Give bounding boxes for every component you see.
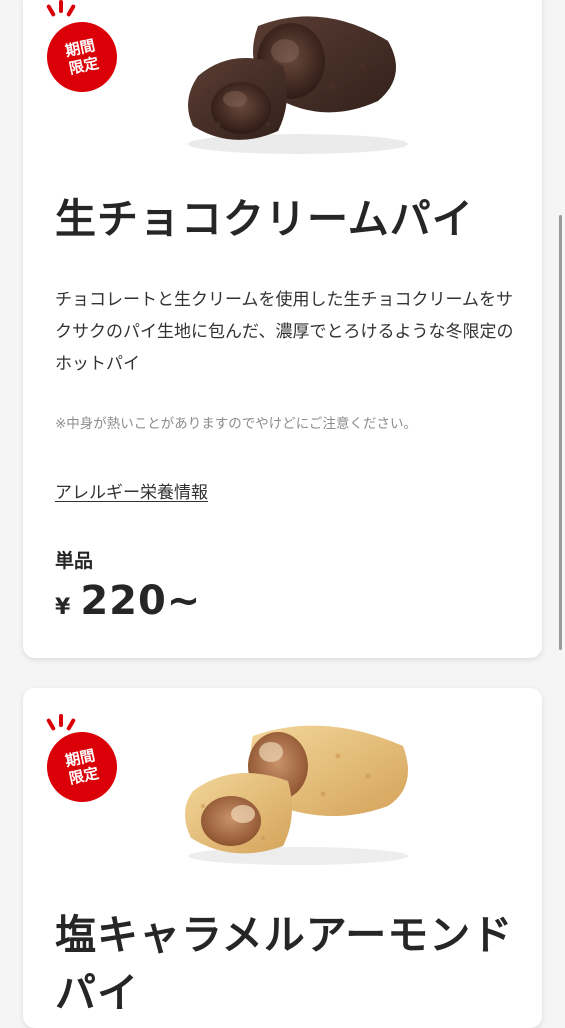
product-card-caramel-pie: 期間 限定 塩キャラメルアーモンド パイ [23,688,542,1028]
limited-time-badge: 期間 限定 [40,15,124,99]
caramel-almond-pie-image [184,725,408,865]
price: ¥ 220~ [55,578,201,624]
price-amount: 220~ [80,578,202,624]
chocolate-pie-image [188,16,408,154]
single-item-label: 単品 [55,550,94,572]
product-title: 生チョコクリームパイ [55,195,474,243]
product-card-choco-pie: 期間 限定 生チョコクリームパイ チョコレートと生クリームを使用した生チョコクリ… [23,0,542,658]
product-title: 塩キャラメルアーモンド パイ [55,906,513,1022]
allergen-nutrition-link[interactable]: アレルギー栄養情報 [55,478,208,503]
limited-time-badge: 期間 限定 [40,725,124,809]
scrollbar[interactable] [559,215,562,650]
product-title-line2: パイ [55,969,139,1017]
yen-symbol: ¥ [55,595,71,620]
product-description: チョコレートと生クリームを使用した生チョコクリームをサクサクのパイ生地に包んだ、… [55,290,514,374]
product-title-line1: 塩キャラメルアーモンド [55,911,514,959]
heat-warning-note: ※中身が熱いことがありますのでやけどにご注意ください。 [55,416,418,432]
